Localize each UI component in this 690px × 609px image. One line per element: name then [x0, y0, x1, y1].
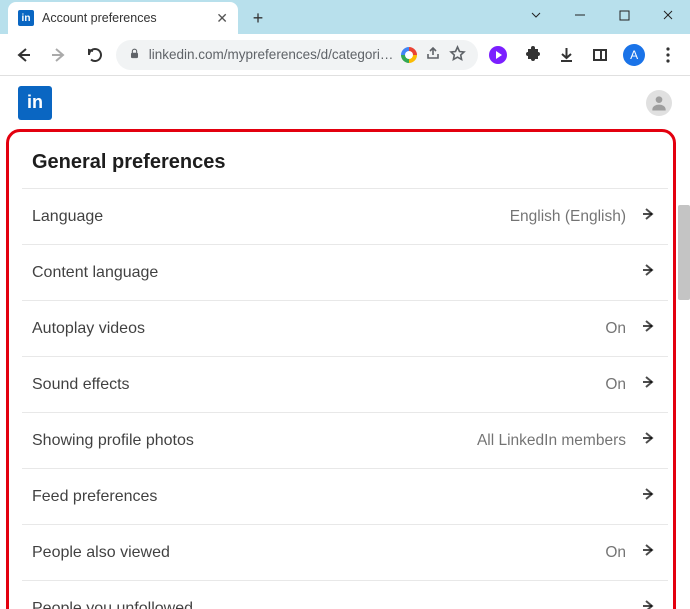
- pref-row-sound-effects[interactable]: Sound effects On: [22, 356, 668, 412]
- scrollbar-thumb[interactable]: [678, 205, 690, 300]
- pref-label: Content language: [32, 264, 158, 282]
- pref-value: On: [605, 376, 626, 394]
- new-tab-button[interactable]: +: [244, 4, 272, 32]
- pref-row-content-language[interactable]: Content language: [22, 244, 668, 300]
- linkedin-logo[interactable]: in: [18, 86, 52, 120]
- pref-row-autoplay-videos[interactable]: Autoplay videos On: [22, 300, 668, 356]
- profile-avatar-button[interactable]: A: [620, 41, 648, 69]
- kebab-menu-icon[interactable]: [654, 41, 682, 69]
- bookmark-star-icon[interactable]: [449, 45, 466, 65]
- pref-label: People you unfollowed: [32, 600, 193, 609]
- pref-row-feed-preferences[interactable]: Feed preferences: [22, 468, 668, 524]
- url-text: linkedin.com/mypreferences/d/categori…: [149, 47, 394, 62]
- linkedin-favicon: in: [18, 10, 34, 26]
- section-title: General preferences: [22, 129, 668, 188]
- arrow-right-icon: [640, 541, 658, 564]
- arrow-right-icon: [640, 373, 658, 396]
- pref-value: On: [605, 544, 626, 562]
- pref-label: Language: [32, 208, 103, 226]
- side-panel-icon[interactable]: [586, 41, 614, 69]
- arrow-right-icon: [640, 597, 658, 609]
- google-icon[interactable]: [401, 47, 417, 63]
- extension-play-icon[interactable]: [484, 41, 512, 69]
- window-close-button[interactable]: [646, 0, 690, 30]
- share-icon[interactable]: [425, 45, 441, 64]
- content-area: General preferences Language English (En…: [0, 129, 690, 609]
- pref-row-profile-photos[interactable]: Showing profile photos All LinkedIn memb…: [22, 412, 668, 468]
- pref-label: Autoplay videos: [32, 320, 145, 338]
- arrow-right-icon: [640, 429, 658, 452]
- arrow-right-icon: [640, 317, 658, 340]
- pref-label: Showing profile photos: [32, 432, 194, 450]
- arrow-right-icon: [640, 205, 658, 228]
- window-minimize-button[interactable]: [558, 0, 602, 30]
- extensions-puzzle-icon[interactable]: [518, 41, 546, 69]
- downloads-icon[interactable]: [552, 41, 580, 69]
- chevron-down-icon[interactable]: [514, 0, 558, 30]
- arrow-right-icon: [640, 261, 658, 284]
- tab-title: Account preferences: [42, 11, 208, 25]
- pref-row-language[interactable]: Language English (English): [22, 188, 668, 244]
- nav-forward-button[interactable]: [44, 40, 74, 70]
- pref-value: On: [605, 320, 626, 338]
- window-titlebar: in Account preferences ✕ +: [0, 0, 690, 34]
- pref-label: Feed preferences: [32, 488, 157, 506]
- pref-label: Sound effects: [32, 376, 130, 394]
- nav-back-button[interactable]: [8, 40, 38, 70]
- pref-label: People also viewed: [32, 544, 170, 562]
- browser-tab[interactable]: in Account preferences ✕: [8, 2, 238, 34]
- pref-row-people-also-viewed[interactable]: People also viewed On: [22, 524, 668, 580]
- pref-value: All LinkedIn members: [477, 432, 626, 450]
- address-bar[interactable]: linkedin.com/mypreferences/d/categori…: [116, 40, 479, 70]
- pref-row-people-unfollowed[interactable]: People you unfollowed: [22, 580, 668, 609]
- me-avatar[interactable]: [646, 90, 672, 116]
- tab-close-icon[interactable]: ✕: [216, 10, 228, 27]
- arrow-right-icon: [640, 485, 658, 508]
- site-header: in: [0, 76, 690, 129]
- lock-icon: [128, 47, 141, 63]
- nav-reload-button[interactable]: [80, 40, 110, 70]
- browser-toolbar: linkedin.com/mypreferences/d/categori… A: [0, 34, 690, 76]
- window-maximize-button[interactable]: [602, 0, 646, 30]
- pref-value: English (English): [510, 208, 626, 226]
- general-preferences-card: General preferences Language English (En…: [22, 129, 668, 609]
